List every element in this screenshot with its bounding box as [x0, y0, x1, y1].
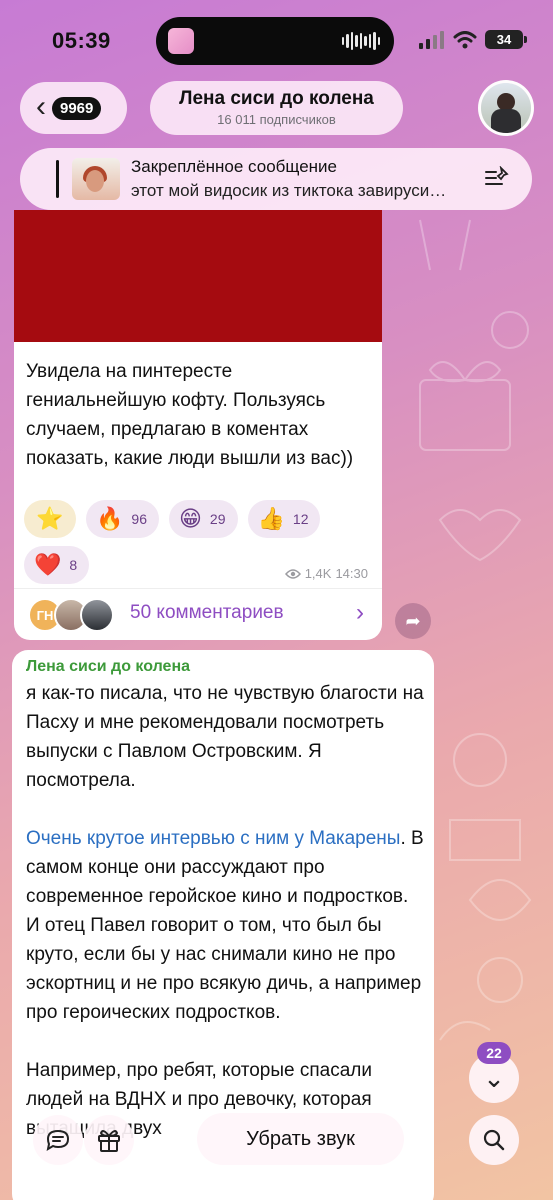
reaction-heart[interactable]: ❤️ 8 — [24, 546, 90, 584]
chevron-down-icon: ⌄ — [483, 1063, 505, 1093]
post-meta: 1,4K 14:30 — [284, 566, 368, 581]
forward-arrow-icon: ➦ — [405, 610, 421, 631]
pinned-message-bar[interactable]: Закреплённое сообщение этот мой видосик … — [20, 148, 532, 210]
post-author: Лена сиси до колена — [26, 658, 191, 675]
now-playing-thumbnail — [168, 28, 194, 54]
post-paragraph: Очень крутое интервью с ним у Макарены. … — [26, 824, 426, 1027]
reaction-thumbs-up[interactable]: 👍 12 — [247, 500, 321, 538]
search-icon — [483, 1129, 505, 1151]
post-paragraph-text: . В самом конце они рассуждают про совре… — [26, 828, 424, 1023]
audio-waveform-icon — [341, 31, 380, 51]
comments-label: 50 комментариев — [130, 602, 284, 623]
share-forward-button[interactable]: ➦ — [395, 603, 431, 639]
search-button[interactable] — [469, 1115, 519, 1165]
pinned-title: Закреплённое сообщение — [131, 157, 337, 176]
pinned-preview: этот мой видосик из тиктока завируси… — [131, 181, 447, 200]
interview-link[interactable]: Очень крутое интервью с ним у Макарены — [26, 828, 400, 849]
reaction-count: 96 — [131, 511, 147, 527]
reaction-grin[interactable]: 😁 29 — [168, 500, 238, 538]
subscriber-count: 16 011 подписчиков — [217, 112, 336, 127]
star-icon: ⭐ — [36, 506, 64, 531]
commenter-avatar — [80, 598, 114, 632]
gift-icon — [98, 1130, 120, 1152]
channel-post[interactable]: Увидела на пинтересте гениальнейшую кофт… — [14, 210, 382, 640]
pinned-indicator — [56, 160, 59, 198]
fire-icon: 🔥 — [96, 506, 124, 531]
channel-title-pill[interactable]: Лена сиси до колена 16 011 подписчиков — [150, 81, 403, 135]
reaction-count: 8 — [69, 557, 78, 573]
status-icons: 34 — [419, 30, 527, 49]
views-eye-icon — [284, 568, 301, 579]
grin-icon: 😁 — [178, 506, 202, 531]
gift-button[interactable] — [84, 1115, 134, 1165]
dynamic-island — [156, 17, 394, 65]
reaction-fire[interactable]: 🔥 96 — [86, 500, 159, 538]
chat-bubble-icon — [46, 1129, 70, 1152]
comments-button[interactable]: ГН 50 комментариев › — [14, 588, 382, 640]
chevron-right-icon: › — [356, 599, 364, 626]
view-count: 1,4K — [304, 566, 332, 581]
cellular-signal-icon — [419, 30, 444, 49]
status-time: 05:39 — [52, 28, 111, 53]
wifi-icon — [453, 30, 477, 48]
thumbs-up-icon: 👍 — [257, 506, 285, 531]
unread-badge: 22 — [477, 1042, 511, 1064]
post-time: 14:30 — [335, 566, 368, 581]
post-media-image[interactable] — [14, 210, 382, 342]
comments-chat-button[interactable] — [33, 1115, 83, 1165]
channel-title: Лена сиси до колена — [179, 88, 374, 109]
heart-icon: ❤️ — [34, 552, 62, 577]
pinned-thumbnail — [72, 158, 120, 200]
reaction-count: 29 — [209, 511, 226, 527]
unread-chats-count: 9969 — [52, 96, 102, 120]
pinned-list-icon[interactable] — [484, 166, 510, 188]
reaction-star[interactable]: ⭐ — [24, 500, 76, 538]
unmute-button[interactable]: Убрать звук — [197, 1113, 404, 1165]
reaction-count: 12 — [292, 511, 309, 527]
post-text: я как-то писала, что не чувствую благост… — [26, 679, 426, 1172]
chevron-left-icon: ‹ — [36, 89, 46, 123]
battery-indicator: 34 — [485, 30, 527, 49]
back-button[interactable]: ‹ 9969 — [20, 82, 127, 134]
post-paragraph: я как-то писала, что не чувствую благост… — [26, 683, 424, 791]
post-text: Увидела на пинтересте гениальнейшую кофт… — [26, 361, 354, 469]
channel-avatar[interactable] — [478, 80, 534, 136]
